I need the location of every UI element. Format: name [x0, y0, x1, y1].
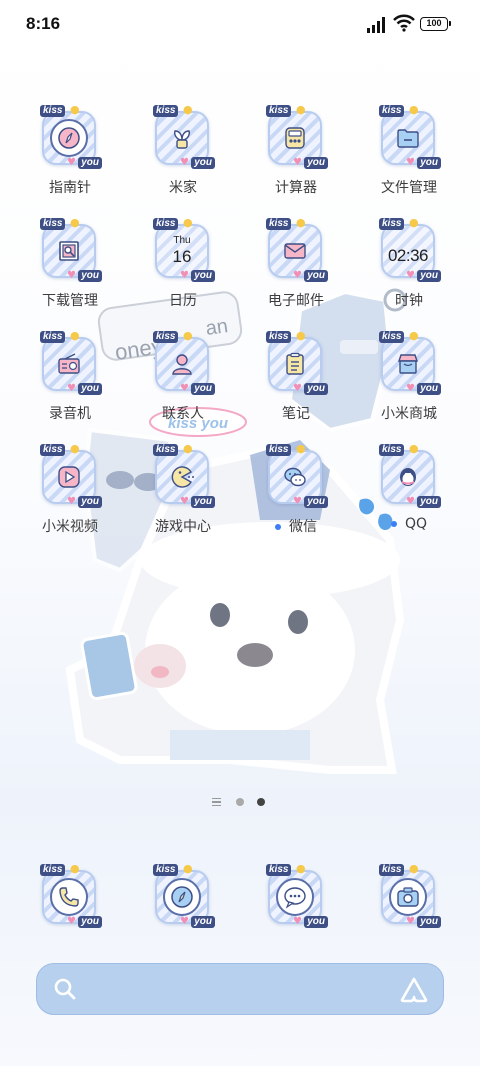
app-label: 小米视频 — [42, 519, 98, 535]
mail-icon — [276, 232, 314, 270]
calendar-day: Thu — [173, 235, 191, 246]
app-label: 微信 — [246, 516, 346, 536]
app-label: QQ — [359, 516, 459, 532]
search-icon — [54, 978, 76, 1000]
page-dot — [236, 798, 244, 806]
app-contacts[interactable]: kiss ● ♥ you 联系人 — [133, 329, 233, 436]
app-label: 计算器 — [275, 180, 317, 196]
app-label: 时钟 — [395, 293, 423, 309]
compass-icon — [50, 119, 88, 157]
search-bar[interactable] — [36, 963, 444, 1015]
store-icon — [389, 345, 427, 383]
app-mi-store[interactable]: kiss ● ♥ you 小米商城 — [359, 329, 459, 436]
app-calendar[interactable]: kiss ● Thu 16 ♥ you 日历 — [133, 216, 233, 323]
app-label: 文件管理 — [381, 180, 437, 196]
video-play-icon — [50, 458, 88, 496]
signal-icon — [367, 17, 385, 33]
app-file-manager[interactable]: kiss ● ♥ you 文件管理 — [359, 103, 459, 210]
browser-icon — [163, 878, 201, 916]
notes-icon — [276, 345, 314, 383]
dock-browser[interactable]: kiss ● ♥ you — [133, 862, 233, 934]
ai-assistant-icon[interactable] — [399, 976, 429, 1004]
app-label: 笔记 — [282, 406, 310, 422]
phone-icon — [50, 878, 88, 916]
clock-icon: 02:36 — [388, 232, 429, 270]
folder-icon — [389, 119, 427, 157]
app-clock[interactable]: kiss ● 02:36 ♥ you 时钟 — [359, 216, 459, 323]
page-indicator-list-icon — [212, 798, 221, 806]
calendar-date: 16 — [172, 247, 192, 266]
notification-dot — [275, 524, 281, 530]
page-indicator[interactable] — [212, 797, 272, 809]
calculator-icon — [276, 119, 314, 157]
app-mi-home[interactable]: kiss ● ♥ you 米家 — [133, 103, 233, 210]
messages-icon — [276, 878, 314, 916]
dock-camera[interactable]: kiss ● ♥ you — [359, 862, 459, 934]
page-dot-active — [257, 798, 265, 806]
app-label: 联系人 — [162, 406, 204, 422]
mi-home-icon — [163, 119, 201, 157]
app-label: 游戏中心 — [155, 519, 211, 535]
app-label: 日历 — [169, 293, 197, 309]
app-notes[interactable]: kiss ● ♥ you 笔记 — [246, 329, 346, 436]
dock-phone[interactable]: kiss ● ♥ you — [20, 862, 120, 934]
pacman-icon — [163, 458, 201, 496]
app-recorder[interactable]: kiss ● ♥ you 录音机 — [20, 329, 120, 436]
app-label: 指南针 — [49, 180, 91, 196]
clock-time: 8:16 — [26, 14, 61, 33]
calendar-icon: Thu 16 — [163, 232, 201, 270]
app-label: 录音机 — [49, 406, 91, 422]
app-qq[interactable]: kiss ● ♥ you QQ — [359, 442, 459, 549]
app-download-manager[interactable]: kiss ● ♥ you 下载管理 — [20, 216, 120, 323]
app-calculator[interactable]: kiss ● ♥ you 计算器 — [246, 103, 346, 210]
wechat-icon — [276, 458, 314, 496]
radio-icon — [50, 345, 88, 383]
app-game-center[interactable]: kiss ● ♥ you 游戏中心 — [133, 442, 233, 549]
app-label: 米家 — [169, 180, 197, 196]
clock-widget-time: 02:36 — [387, 246, 429, 265]
download-icon — [50, 232, 88, 270]
app-compass[interactable]: kiss ● ♥ you 指南针 — [20, 103, 120, 210]
app-label: 小米商城 — [381, 406, 437, 422]
battery-icon: 100 — [420, 17, 451, 31]
dock-messages[interactable]: kiss ● ♥ you — [246, 862, 346, 934]
status-bar: 8:16 100 — [0, 0, 480, 50]
app-email[interactable]: kiss ● ♥ you 电子邮件 — [246, 216, 346, 323]
app-wechat[interactable]: kiss ● ♥ you 微信 — [246, 442, 346, 549]
contact-icon — [163, 345, 201, 383]
app-label: 电子邮件 — [268, 293, 324, 309]
notification-dot — [390, 521, 397, 527]
penguin-icon — [389, 458, 427, 496]
app-mi-video[interactable]: kiss ● ♥ you 小米视频 — [20, 442, 120, 549]
camera-icon — [389, 878, 427, 916]
app-label: 下载管理 — [42, 293, 98, 309]
wifi-icon — [393, 14, 415, 32]
